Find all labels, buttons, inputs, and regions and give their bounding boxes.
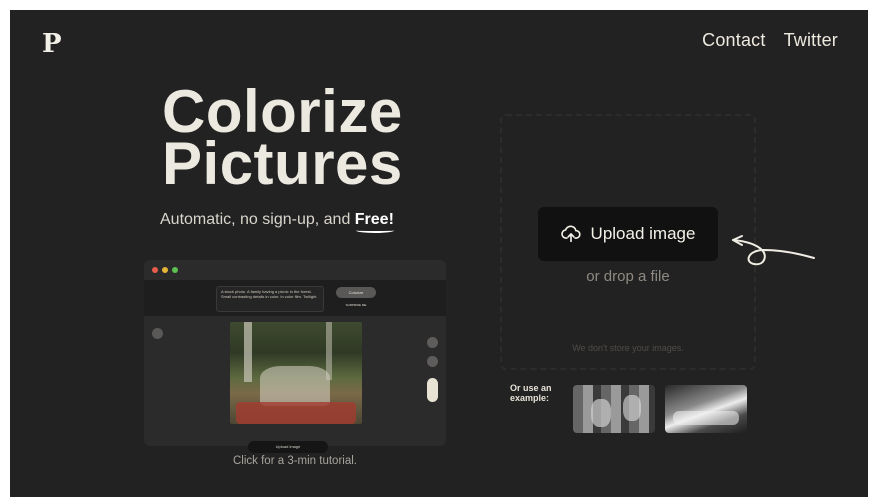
- dot-yellow-icon: [162, 267, 168, 273]
- photo-tree: [244, 322, 252, 382]
- preview-slider: [427, 378, 438, 402]
- tutorial-video-preview[interactable]: A stock photo. A family having a picnic …: [144, 260, 446, 453]
- hero-subtitle-text: Automatic, no sign-up, and: [160, 211, 355, 228]
- nav-twitter-link[interactable]: Twitter: [784, 30, 838, 51]
- preview-surprise-button: SURPRISE ME: [345, 303, 367, 307]
- tutorial-link[interactable]: Click for a 3-min tutorial.: [144, 455, 446, 467]
- preview-upload-button: Upload image: [248, 441, 328, 453]
- preview-edit-icon: [427, 356, 438, 367]
- example-1-figure: [591, 399, 611, 427]
- hero-subtitle: Automatic, no sign-up, and Free!: [160, 211, 460, 229]
- window-dots: [152, 267, 178, 273]
- preview-prompt-box: A stock photo. A family having a picnic …: [216, 286, 324, 312]
- preview-colorize-button: Colorize: [336, 287, 376, 298]
- hero-title-line2: Pictures: [162, 130, 403, 197]
- dot-red-icon: [152, 267, 158, 273]
- upload-image-label: Upload image: [590, 224, 696, 243]
- free-label: Free!: [354, 211, 394, 228]
- preview-tool-icon: [427, 337, 438, 348]
- example-image-2[interactable]: [665, 385, 747, 433]
- preview-photo: [230, 322, 362, 424]
- photo-blanket: [236, 402, 356, 424]
- dot-green-icon: [172, 267, 178, 273]
- cloud-upload-icon: [560, 225, 581, 243]
- photo-people: [260, 366, 330, 406]
- logo[interactable]: P: [42, 29, 62, 59]
- examples-label: Or use an example:: [510, 383, 552, 403]
- example-2-snow: [673, 411, 739, 425]
- example-1-figure: [623, 395, 641, 421]
- hand-drawn-arrow-icon: [732, 235, 815, 266]
- privacy-note: We don't store your images.: [572, 343, 684, 353]
- example-image-1[interactable]: [573, 385, 655, 433]
- drop-file-text: or drop a file: [586, 268, 670, 285]
- upload-image-button[interactable]: Upload image: [538, 207, 718, 261]
- page-frame: P Contact Twitter Colorize Pictures Auto…: [10, 10, 868, 497]
- preview-menu-icon: [152, 328, 163, 339]
- hero-title: Colorize Pictures: [162, 82, 462, 197]
- top-nav: Contact Twitter: [702, 30, 838, 51]
- nav-contact-link[interactable]: Contact: [702, 30, 765, 51]
